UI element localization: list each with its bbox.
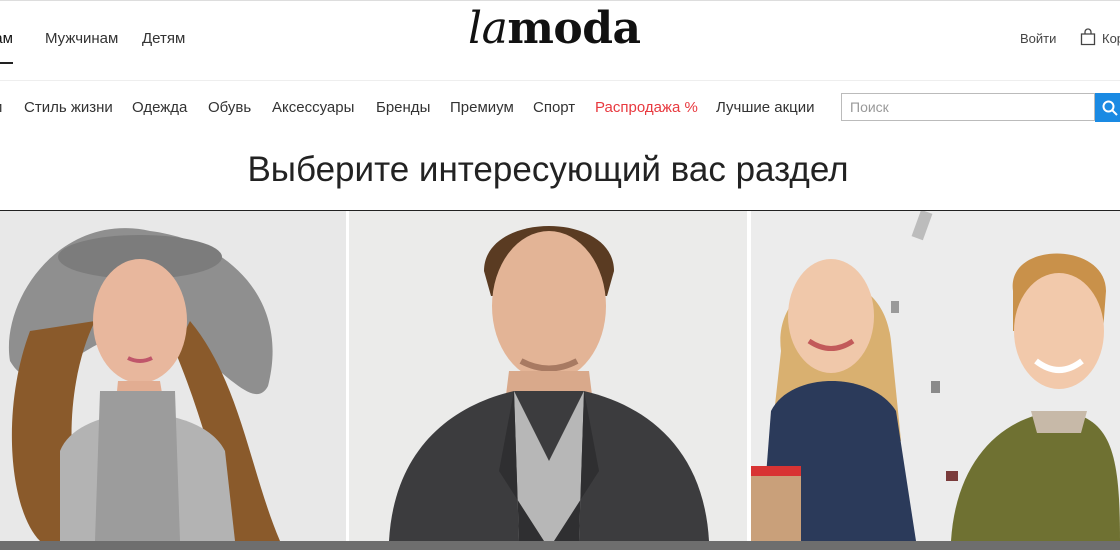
bottom-bar [0,541,1120,550]
nav-item-lifestyle[interactable]: Стиль жизни [24,99,113,116]
tab-men[interactable]: Мужчинам [45,30,118,47]
page-title: Выберите интересующий вас раздел [247,150,849,189]
cart-link[interactable]: Кор [1102,31,1120,46]
tab-women[interactable]: нам [0,30,13,64]
nav-item-clothing[interactable]: Одежда [132,99,187,116]
logo-part-la: la [468,3,508,54]
nav-item-premium[interactable]: Премиум [450,99,514,116]
search-icon [1102,100,1118,116]
kids-section-photo [751,211,1120,541]
tab-kids[interactable]: Детям [142,30,185,47]
nav-item-partial[interactable]: и [0,99,2,116]
women-section-photo [0,211,346,541]
top-header: нам Мужчинам Детям lamoda Войти Кор [0,0,1120,81]
search-button[interactable] [1095,93,1120,122]
nav-item-sport[interactable]: Спорт [533,99,575,116]
search-input[interactable] [841,93,1095,121]
nav-item-best-deals[interactable]: Лучшие акции [716,99,815,116]
shopping-bag-icon[interactable] [1080,28,1096,46]
nav-item-sale[interactable]: Распродажа % [595,99,698,116]
nav-item-brands[interactable]: Бренды [376,99,430,116]
men-section-tile[interactable] [349,211,747,541]
nav-item-shoes[interactable]: Обувь [208,99,251,116]
men-section-photo [349,211,747,541]
kids-section-tile[interactable] [751,211,1120,541]
logo-part-moda: moda [507,3,641,54]
nav-item-accessories[interactable]: Аксессуары [272,99,354,116]
women-section-tile[interactable] [0,211,346,541]
login-link[interactable]: Войти [1020,31,1056,46]
lamoda-logo[interactable]: lamoda [468,3,641,54]
